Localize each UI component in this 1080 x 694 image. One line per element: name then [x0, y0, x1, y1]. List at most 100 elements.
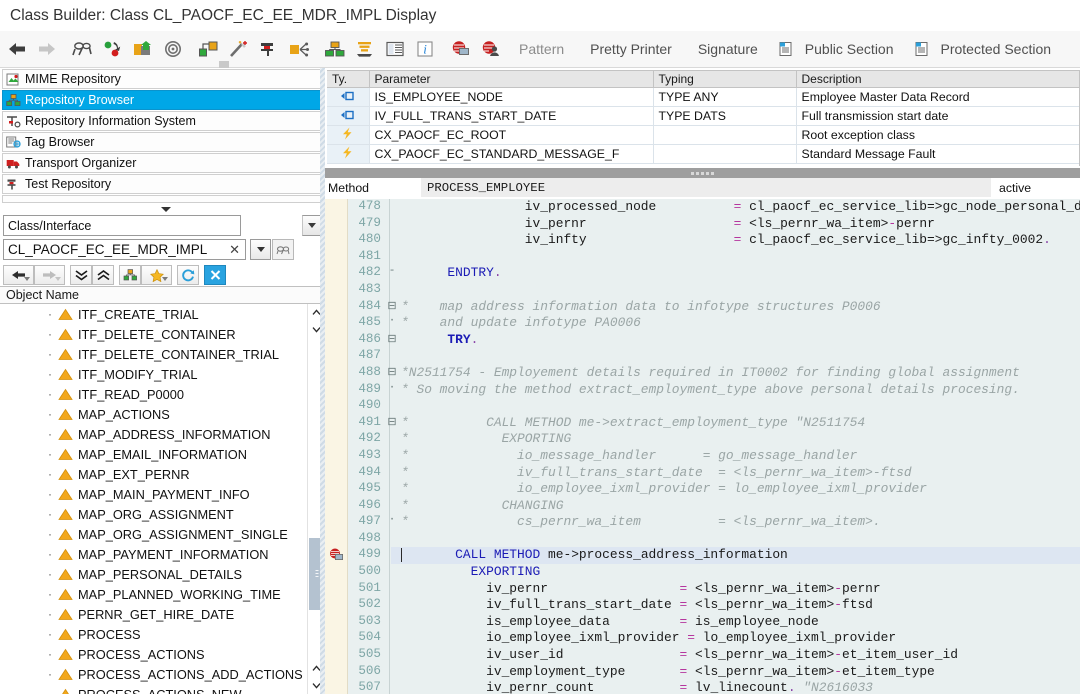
tree-item[interactable]: · MAP_EMAIL_INFORMATION — [0, 444, 307, 464]
fold-marker[interactable]: ⊟ — [387, 299, 397, 313]
protected-section-icon[interactable] — [907, 34, 937, 64]
object-list-icon[interactable] — [320, 34, 350, 64]
code-line[interactable]: 494 * iv_full_trans_start_date = <ls_pern… — [325, 465, 1080, 482]
code-line[interactable]: 501 iv_pernr = <ls_pernr_wa_item>-pernr — [325, 581, 1080, 598]
parameter-row[interactable]: CX_PAOCF_EC_STANDARD_MESSAGE_F Standard M… — [327, 144, 1080, 164]
method-name-field[interactable]: PROCESS_EMPLOYEE — [421, 178, 991, 197]
fold-marker[interactable]: - — [387, 265, 397, 277]
chevron-down-icon[interactable] — [161, 207, 171, 212]
tree-item[interactable]: · MAP_ORG_ASSIGNMENT_SINGLE — [0, 524, 307, 544]
signature-button[interactable]: Signature — [685, 34, 771, 64]
expand-down-button[interactable] — [70, 265, 92, 285]
nav-back-button[interactable] — [3, 265, 34, 285]
fold-marker[interactable]: · — [387, 315, 397, 327]
display-change-icon[interactable] — [68, 34, 98, 64]
public-section-icon[interactable] — [771, 34, 801, 64]
user-breakpoint-icon[interactable] — [476, 34, 506, 64]
collapse-up-button[interactable] — [92, 265, 114, 285]
code-line[interactable]: 478 iv_processed_node = cl_paocf_ec_serv… — [325, 199, 1080, 216]
horizontal-splitter[interactable] — [325, 168, 1080, 178]
code-line[interactable]: 498 — [325, 531, 1080, 548]
test-icon[interactable] — [254, 34, 284, 64]
sidebar-item-mime-repository[interactable]: MIME Repository — [2, 69, 322, 89]
tree-item[interactable]: · MAP_ADDRESS_INFORMATION — [0, 424, 307, 444]
tree-item[interactable]: · PERNR_GET_HIRE_DATE — [0, 604, 307, 624]
column-header-typing[interactable]: Typing — [653, 70, 797, 88]
abap-code-editor[interactable]: 478 iv_processed_node = cl_paocf_ec_serv… — [325, 199, 1080, 694]
code-line[interactable]: 479 iv_pernr = <ls_pernr_wa_item>-pernr — [325, 216, 1080, 233]
code-line[interactable]: 480 iv_infty = cl_paocf_ec_service_lib=>… — [325, 232, 1080, 249]
code-line[interactable]: 484 ⊟ * map address information data to in… — [325, 299, 1080, 316]
tree-item[interactable]: · PROCESS — [0, 624, 307, 644]
tree-item[interactable]: · MAP_PERSONAL_DETAILS — [0, 564, 307, 584]
fold-marker[interactable]: ⊟ — [387, 415, 397, 429]
code-line[interactable]: 503 is_employee_data = is_employee_node — [325, 614, 1080, 631]
fold-marker[interactable]: · — [387, 382, 397, 394]
parameter-row[interactable]: IV_FULL_TRANS_START_DATE TYPE DATS Full tr… — [327, 106, 1080, 126]
tree-item[interactable]: · MAP_EXT_PERNR — [0, 464, 307, 484]
redefine-icon[interactable] — [284, 34, 314, 64]
code-line[interactable]: 495 * io_employee_ixml_provider = lo_empl… — [325, 481, 1080, 498]
hierarchy-button[interactable] — [119, 265, 141, 285]
breakpoint-icon[interactable] — [446, 34, 476, 64]
where-used-icon[interactable] — [158, 34, 188, 64]
layout-icon[interactable] — [380, 34, 410, 64]
sidebar-item-test-repository[interactable]: Test Repository — [2, 174, 322, 194]
code-line[interactable]: 499 CALL METHOD me->process_address_info… — [325, 547, 1080, 565]
code-line[interactable]: 493 * io_message_handler = go_message_han… — [325, 448, 1080, 465]
code-line[interactable]: 502 iv_full_trans_start_date = <ls_pernr… — [325, 597, 1080, 614]
tree-item[interactable]: · PROCESS_ACTIONS_NEW — [0, 684, 307, 694]
pretty-printer-wand-icon[interactable] — [224, 34, 254, 64]
tree-item[interactable]: · ITF_READ_P0000 — [0, 384, 307, 404]
code-line[interactable]: 489 · * So moving the method extract_emplo… — [325, 382, 1080, 399]
tree-item[interactable]: · MAP_MAIN_PAYMENT_INFO — [0, 484, 307, 504]
activate-icon[interactable] — [128, 34, 158, 64]
class-hierarchy-icon[interactable] — [194, 34, 224, 64]
code-line[interactable]: 488 ⊟ *N2511754 - Employement details requ… — [325, 365, 1080, 382]
info-icon[interactable]: i — [410, 34, 440, 64]
back-arrow-icon[interactable] — [2, 34, 32, 64]
editor-code-lines[interactable]: 478 iv_processed_node = cl_paocf_ec_serv… — [325, 199, 1080, 694]
code-line[interactable]: 481 — [325, 249, 1080, 266]
code-line[interactable]: 487 — [325, 348, 1080, 365]
code-line[interactable]: 483 — [325, 282, 1080, 299]
sort-icon[interactable] — [350, 34, 380, 64]
sidebar-item-transport-organizer[interactable]: Transport Organizer — [2, 153, 322, 173]
pretty-printer-button[interactable]: Pretty Printer — [577, 34, 685, 64]
clear-input-icon[interactable]: ✕ — [229, 242, 240, 258]
code-line[interactable]: 496 * CHANGING — [325, 498, 1080, 515]
code-line[interactable]: 497 · * cs_pernr_wa_item = <ls_pernr_wa_it… — [325, 514, 1080, 531]
tree-item[interactable]: · MAP_ACTIONS — [0, 404, 307, 424]
object-search-help-icon[interactable] — [272, 239, 294, 260]
code-line[interactable]: 506 iv_employment_type = <ls_pernr_wa_it… — [325, 664, 1080, 681]
tree-item[interactable]: · ITF_DELETE_CONTAINER_TRIAL — [0, 344, 307, 364]
column-header-description[interactable]: Description — [796, 70, 1080, 88]
sidebar-item-clipped[interactable] — [2, 195, 322, 203]
fold-marker[interactable]: ⊟ — [387, 332, 397, 346]
tree-item[interactable]: · PROCESS_ACTIONS — [0, 644, 307, 664]
fold-marker[interactable]: ⊟ — [387, 365, 397, 379]
code-line[interactable]: 482- ENDTRY. — [325, 265, 1080, 282]
sidebar-item-repository-browser[interactable]: Repository Browser — [2, 90, 322, 110]
refresh-button[interactable] — [177, 265, 199, 285]
sidebar-item-tag-browser[interactable]: Tag Browser — [2, 132, 322, 152]
close-button[interactable] — [204, 265, 226, 285]
code-line[interactable]: 492 * EXPORTING — [325, 431, 1080, 448]
parameter-row[interactable]: CX_PAOCF_EC_ROOT Root exception class — [327, 125, 1080, 145]
code-line[interactable]: 491 ⊟ * CALL METHOD me->extract_employment… — [325, 415, 1080, 432]
object-type-select[interactable]: Class/Interface — [3, 215, 241, 236]
tree-item[interactable]: · PROCESS_ACTIONS_ADD_ACTIONS — [0, 664, 307, 684]
code-line[interactable]: 490 — [325, 398, 1080, 415]
code-line[interactable]: 485 · * and update infotype PA0006 — [325, 315, 1080, 332]
fold-marker[interactable]: · — [387, 514, 397, 526]
column-header-ty[interactable]: Ty. — [327, 70, 370, 88]
forward-arrow-icon[interactable] — [32, 34, 62, 64]
tree-item[interactable]: · MAP_ORG_ASSIGNMENT — [0, 504, 307, 524]
code-line[interactable]: 507 iv_pernr_count = lv_linecount. "N261… — [325, 680, 1080, 694]
tree-item[interactable]: · ITF_MODIFY_TRIAL — [0, 364, 307, 384]
tree-item[interactable]: · ITF_CREATE_TRIAL — [0, 304, 307, 324]
object-history-dropdown-button[interactable] — [250, 239, 271, 260]
public-section-button[interactable]: Public Section — [801, 34, 907, 64]
nav-forward-button[interactable] — [34, 265, 65, 285]
protected-section-button[interactable]: Protected Section — [937, 34, 1065, 64]
